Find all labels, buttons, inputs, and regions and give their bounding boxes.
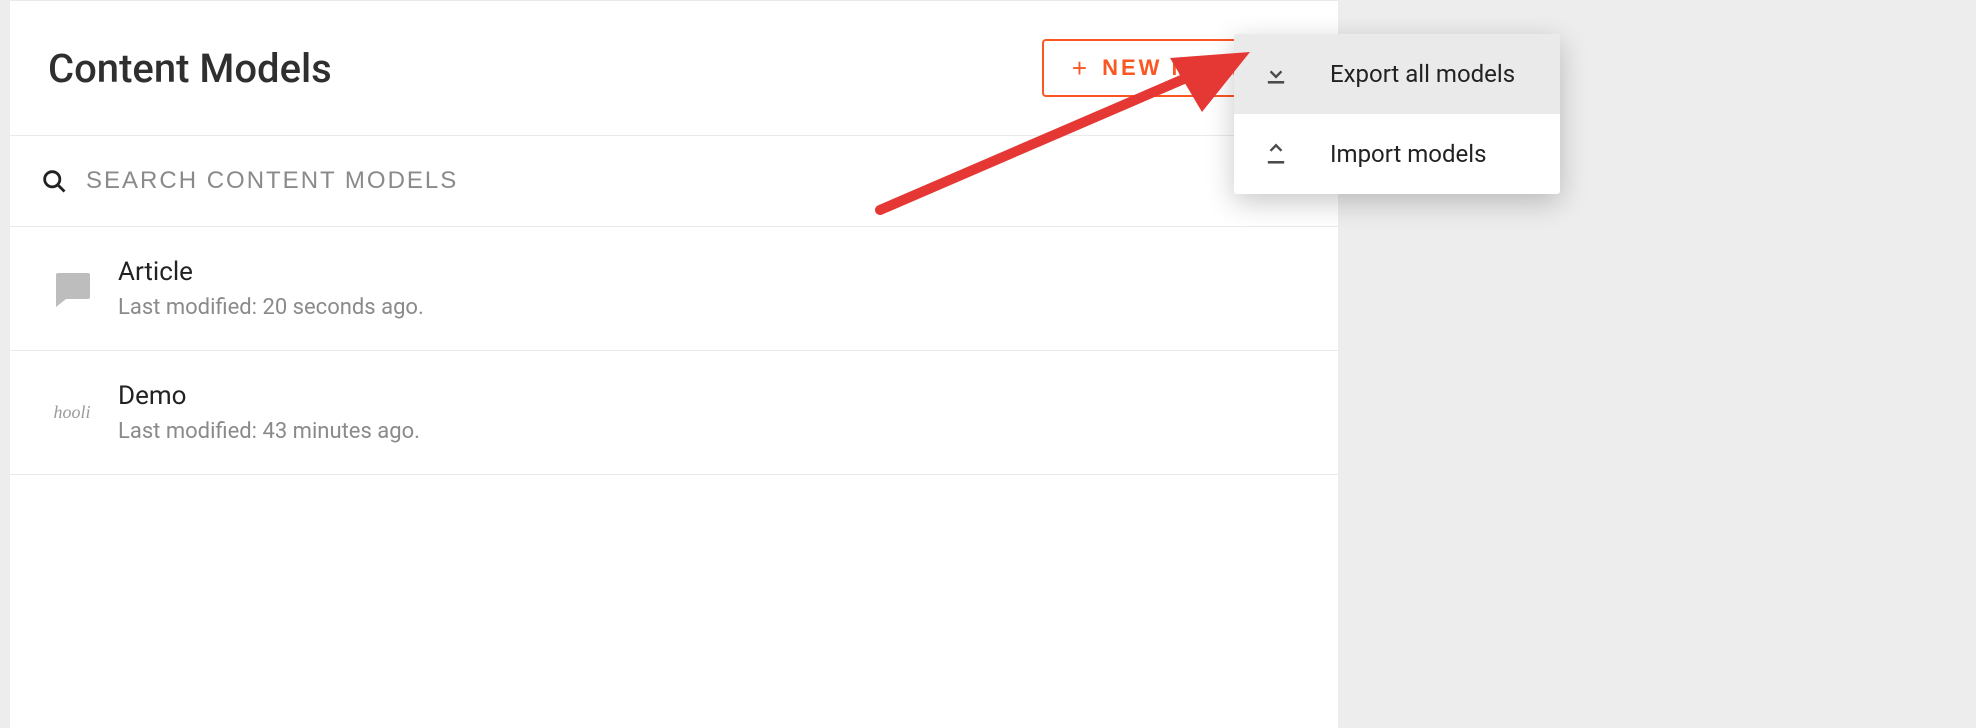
header: Content Models + NEW MODEL [10,1,1338,136]
upload-icon [1262,140,1290,168]
plus-icon: + [1072,55,1090,81]
menu-item-import[interactable]: Import models [1234,114,1560,194]
list-item-title: Demo [118,381,420,411]
list-item-title: Article [118,257,424,287]
page-title: Content Models [48,45,332,92]
list-item-text: Article Last modified: 20 seconds ago. [118,257,424,320]
list-item[interactable]: Article Last modified: 20 seconds ago. [10,227,1338,351]
menu-item-label: Import models [1330,140,1486,168]
search-bar [10,136,1338,227]
download-icon [1262,60,1290,88]
search-input[interactable] [86,167,1278,195]
model-list: Article Last modified: 20 seconds ago. h… [10,227,1338,475]
menu-item-label: Export all models [1330,60,1515,88]
hooli-icon: hooli [44,385,100,441]
list-item-subtitle: Last modified: 43 minutes ago. [118,419,420,444]
list-item-subtitle: Last modified: 20 seconds ago. [118,295,424,320]
search-icon [40,167,68,195]
list-item[interactable]: hooli Demo Last modified: 43 minutes ago… [10,351,1338,475]
main-panel: Content Models + NEW MODEL [10,0,1338,728]
more-actions-menu: Export all models Import models [1234,34,1560,194]
chat-icon [44,261,100,317]
menu-item-export[interactable]: Export all models [1234,34,1560,114]
list-item-text: Demo Last modified: 43 minutes ago. [118,381,420,444]
